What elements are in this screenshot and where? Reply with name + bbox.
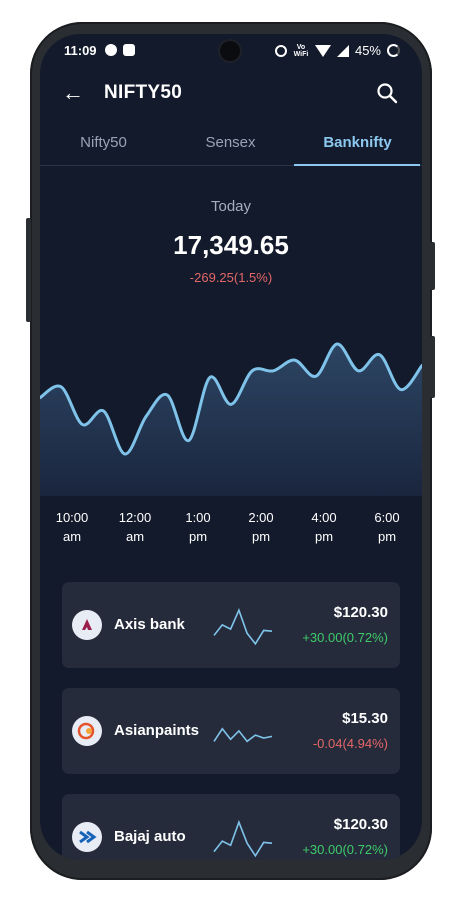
- stock-sparkline: [213, 608, 273, 646]
- battery-icon: [387, 44, 400, 57]
- time-axis-label: 6:00 pm: [357, 508, 417, 546]
- stock-name: Bajaj auto: [114, 828, 186, 845]
- time-axis-label: 10:00 am: [42, 508, 102, 546]
- status-time: 11:09: [64, 43, 97, 58]
- status-bar: 11:09 Vo WiFi 45%: [40, 34, 422, 68]
- sparkline-path: [213, 727, 273, 743]
- stock-sparkline: [213, 727, 273, 743]
- time-axis-hour: 4:00: [311, 510, 337, 525]
- index-tabs: Nifty50 Sensex Banknifty: [40, 124, 422, 166]
- time-axis-ampm: pm: [251, 529, 271, 544]
- period-label: Today: [210, 198, 252, 215]
- gallery-icon: [123, 44, 135, 56]
- power-button: [430, 242, 435, 290]
- back-arrow-icon[interactable]: ←: [62, 80, 84, 106]
- stock-price: $120.30: [333, 816, 388, 833]
- time-axis-hour: 1:00: [185, 510, 211, 525]
- vowifi-icon: Vo WiFi: [293, 43, 309, 58]
- stock-card[interactable]: Bajaj auto $120.30 +30.00(0.72%): [62, 794, 400, 860]
- camera-cutout: [220, 41, 240, 61]
- stock-name: Asianpaints: [114, 722, 200, 739]
- index-value: 17,349.65: [173, 230, 289, 260]
- battery-percent: 45%: [354, 43, 381, 58]
- asianpaints-logo-icon: [72, 716, 102, 746]
- time-axis-hour: 6:00: [374, 510, 400, 525]
- side-button: [430, 336, 435, 398]
- time-axis-hour: 10:00: [55, 510, 89, 525]
- stock-price: $15.30: [342, 710, 388, 727]
- time-axis-label: 1:00 pm: [168, 508, 228, 546]
- stock-change: -0.04(4.94%): [312, 736, 388, 751]
- time-axis-ampm: am: [125, 529, 145, 544]
- page-title: NIFTY50: [104, 82, 183, 103]
- time-axis: 10:00 am 12:00 am 1:00 pm 2:00 pm 4:00 pm 6:00 pm: [40, 508, 422, 548]
- time-axis-label: 12:00 am: [105, 508, 165, 546]
- time-axis-ampm: am: [62, 529, 82, 544]
- stock-sparkline: [213, 819, 273, 858]
- active-tab-indicator: [294, 164, 420, 166]
- wifi-icon: [314, 44, 331, 57]
- tab-nifty50[interactable]: Nifty50: [40, 134, 167, 151]
- signal-icon: [336, 44, 349, 57]
- time-axis-hour: 2:00: [248, 510, 274, 525]
- time-axis-label: 2:00 pm: [231, 508, 291, 546]
- app-screen: 11:09 Vo WiFi 45% ← NIFTY50 Nifty50 Sens…: [40, 34, 422, 860]
- time-axis-label: 4:00 pm: [294, 508, 354, 546]
- stock-change: +30.00(0.72%): [302, 842, 388, 857]
- bajaj-logo-icon: [72, 822, 102, 852]
- stock-card[interactable]: Asianpaints $15.30 -0.04(4.94%): [62, 688, 400, 774]
- stock-name: Axis bank: [114, 616, 185, 633]
- stock-price: $120.30: [333, 604, 388, 621]
- price-chart[interactable]: [40, 334, 422, 500]
- notification-icon: [105, 44, 117, 56]
- volume-button: [26, 218, 31, 322]
- tab-banknifty[interactable]: Banknifty: [294, 134, 421, 151]
- stock-change: +30.00(0.72%): [302, 630, 388, 645]
- time-axis-ampm: pm: [314, 529, 334, 544]
- sparkline-path: [213, 608, 273, 646]
- time-axis-ampm: pm: [188, 529, 208, 544]
- status-icons: Vo WiFi 45%: [274, 43, 400, 58]
- app-bar: ← NIFTY50: [40, 74, 422, 114]
- sparkline-path: [213, 819, 273, 858]
- stock-card[interactable]: Axis bank $120.30 +30.00(0.72%): [62, 582, 400, 668]
- axis-logo-icon: [72, 610, 102, 640]
- alarm-icon: [274, 44, 287, 57]
- index-change: -269.25(1.5%): [189, 270, 273, 285]
- time-axis-hour: 12:00: [118, 510, 152, 525]
- time-axis-ampm: pm: [377, 529, 397, 544]
- tab-sensex[interactable]: Sensex: [167, 134, 294, 151]
- search-icon[interactable]: [376, 82, 398, 104]
